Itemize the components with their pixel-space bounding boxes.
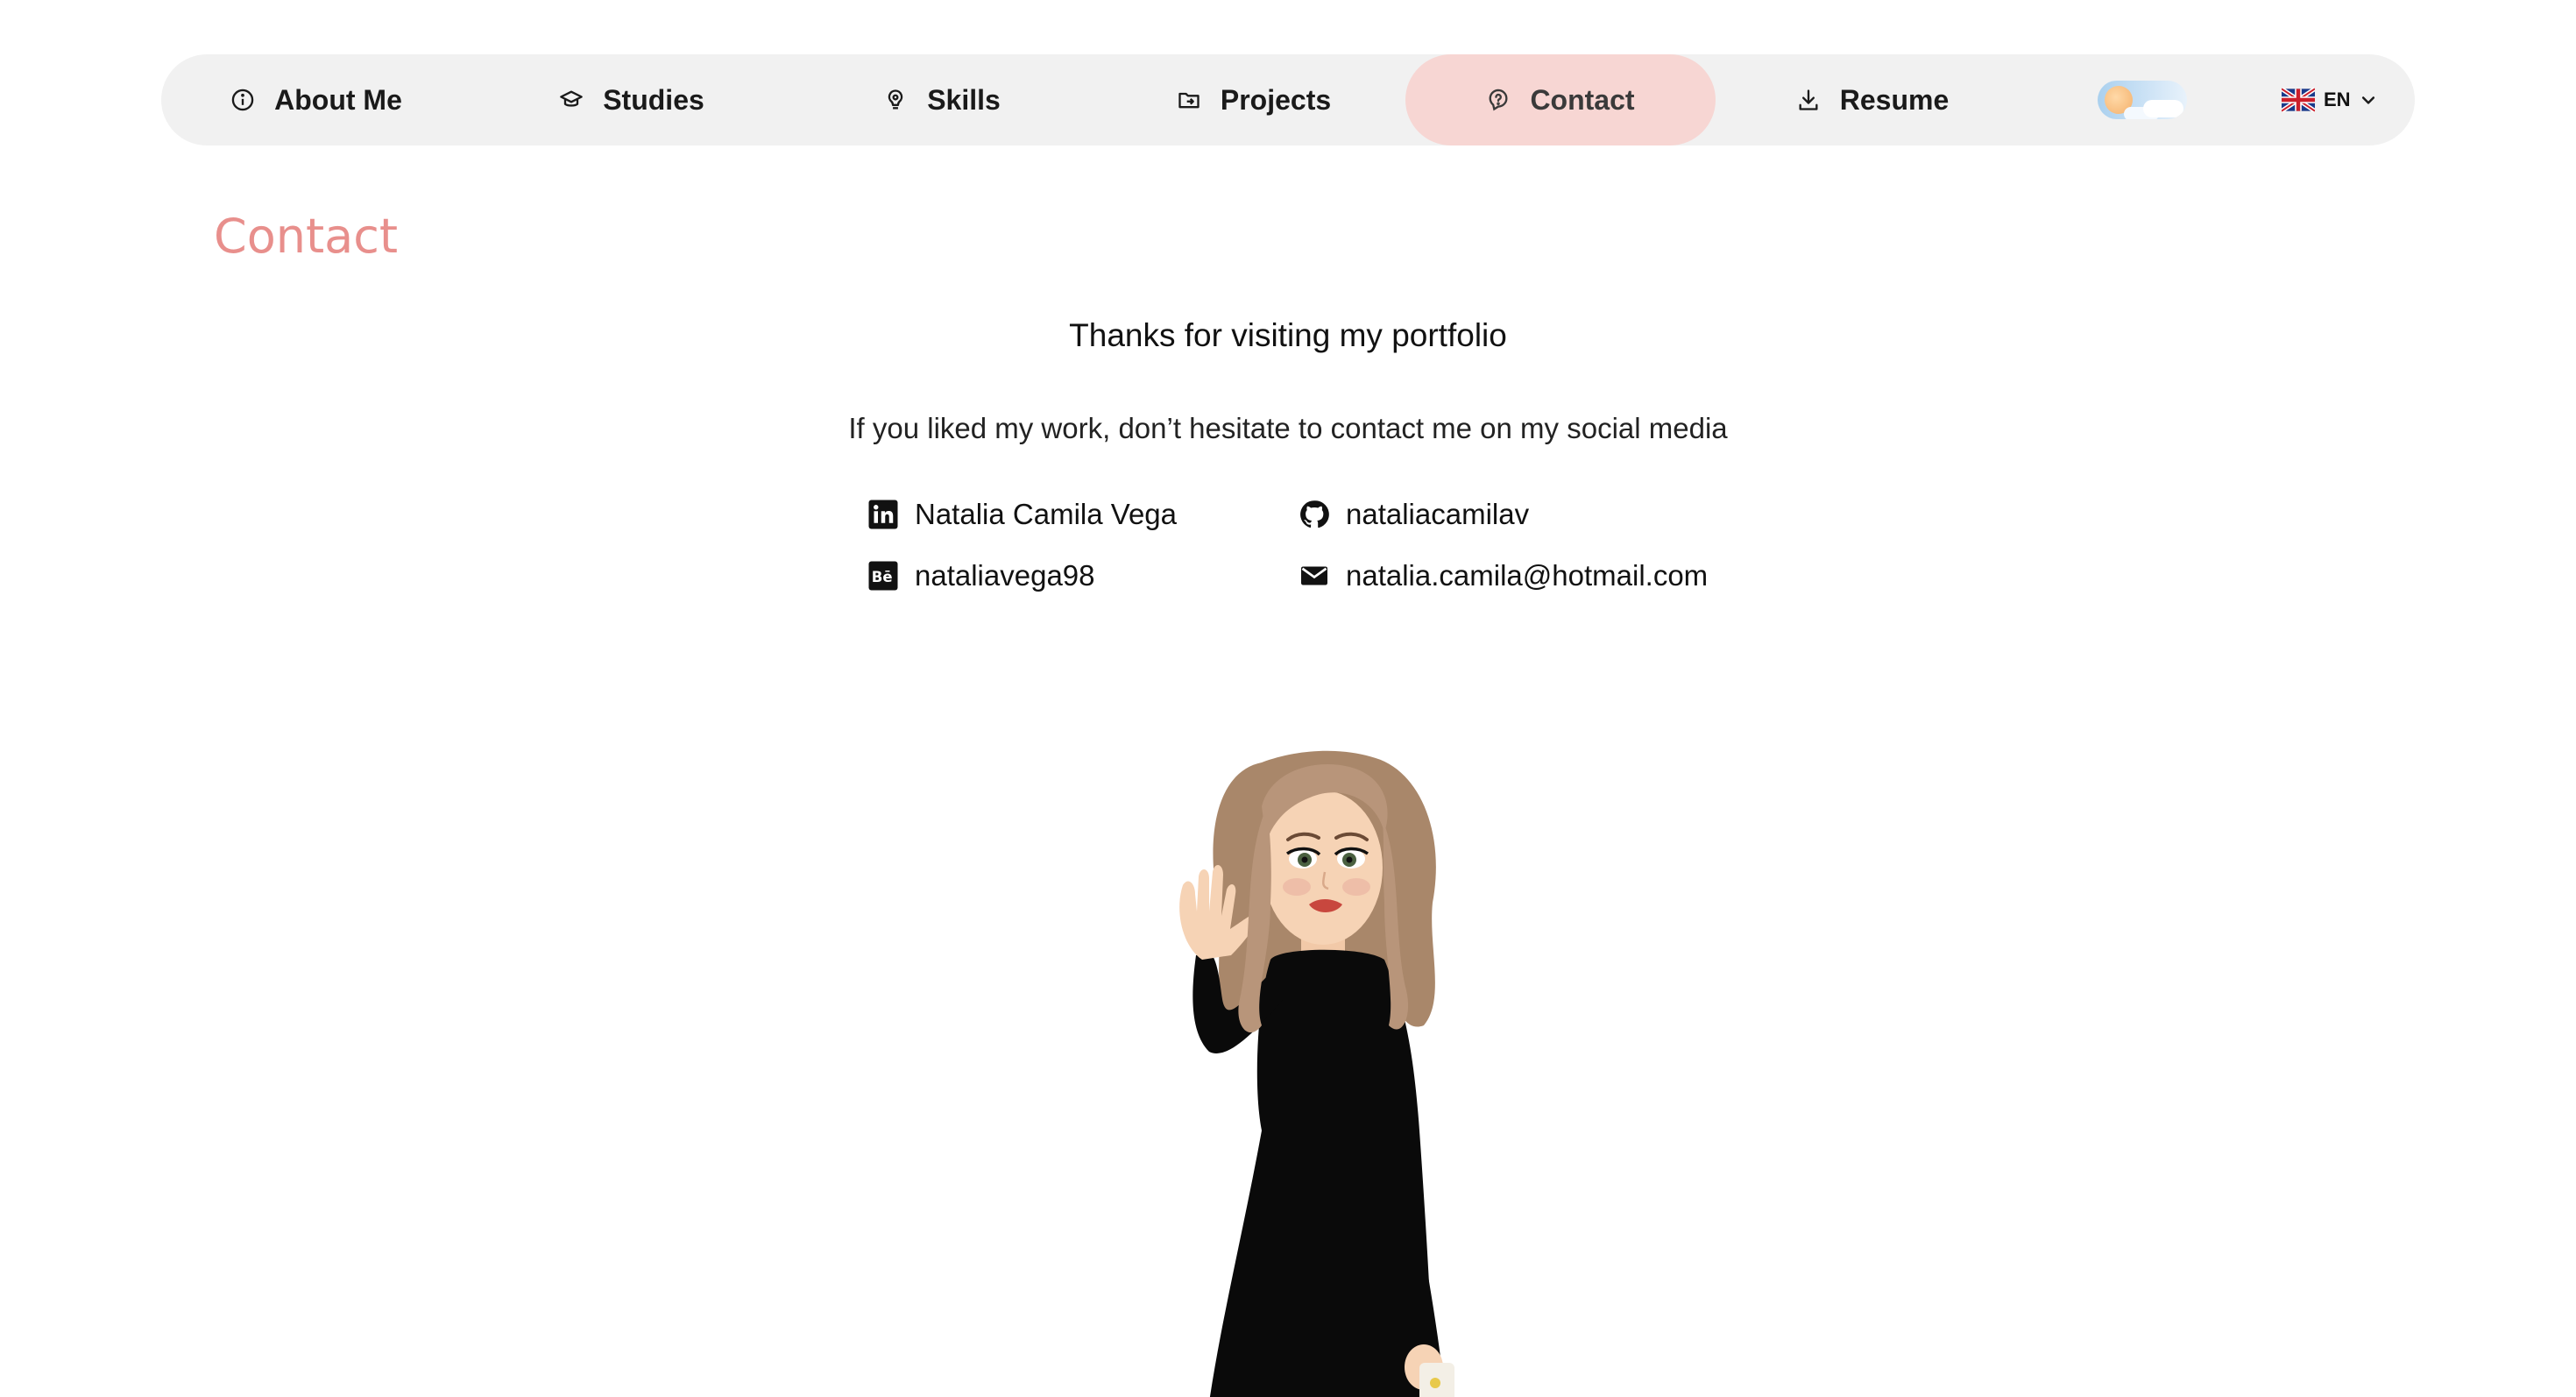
nav-contact[interactable]: Contact — [1405, 54, 1716, 145]
nav-studies-label: Studies — [603, 83, 704, 116]
folder-icon — [1178, 92, 1200, 109]
linkedin-link[interactable]: Natalia Camila Vega — [867, 498, 1177, 531]
github-link[interactable]: nataliacamilav — [1299, 498, 1529, 531]
nav-resume[interactable]: Resume — [1717, 54, 2028, 145]
email-link[interactable]: natalia.camila@hotmail.com — [1299, 559, 1708, 592]
behance-label: nataliavega98 — [915, 559, 1095, 592]
question-icon — [1490, 89, 1508, 111]
language-code: EN — [2324, 89, 2351, 110]
thanks-heading: Thanks for visiting my portfolio — [1069, 317, 1507, 353]
github-label: nataliacamilav — [1346, 498, 1530, 530]
top-navigation: About Me Studies Skills Projects Contact… — [161, 54, 2415, 145]
download-icon — [1799, 89, 1818, 110]
behance-icon: Bē — [868, 561, 898, 591]
nav-contact-label: Contact — [1530, 83, 1635, 116]
behance-link[interactable]: Bē nataliavega98 — [867, 559, 1095, 592]
nav-skills-label: Skills — [927, 83, 1001, 116]
nav-studies[interactable]: Studies — [477, 54, 787, 145]
page-title: Contact — [214, 209, 399, 264]
nav-about-me[interactable]: About Me — [161, 54, 471, 145]
lightbulb-icon — [888, 89, 903, 110]
nav-projects[interactable]: Projects — [1099, 54, 1409, 145]
page: About Me Studies Skills Projects Contact… — [0, 0, 2576, 1397]
linkedin-icon — [868, 500, 898, 529]
theme-toggle[interactable] — [2098, 81, 2187, 119]
contact-subtitle: If you liked my work, don’t hesitate to … — [848, 412, 1728, 444]
graduation-cap-icon — [560, 90, 584, 107]
info-icon — [231, 89, 254, 111]
chevron-down-icon — [2361, 96, 2374, 104]
email-icon — [1301, 566, 1327, 585]
svg-text:Bē: Bē — [872, 569, 893, 585]
nav-resume-label: Resume — [1839, 83, 1950, 116]
waving-avatar-illustration — [1179, 750, 1454, 1397]
linkedin-label: Natalia Camila Vega — [915, 498, 1177, 530]
nav-skills[interactable]: Skills — [787, 54, 1097, 145]
uk-flag-icon — [2282, 88, 2315, 112]
cloud-icon — [2143, 100, 2183, 117]
email-label: natalia.camila@hotmail.com — [1346, 559, 1709, 592]
github-icon — [1300, 500, 1329, 528]
nav-about-me-label: About Me — [274, 83, 402, 116]
language-selector[interactable]: EN — [2282, 54, 2377, 145]
nav-projects-label: Projects — [1220, 83, 1332, 116]
